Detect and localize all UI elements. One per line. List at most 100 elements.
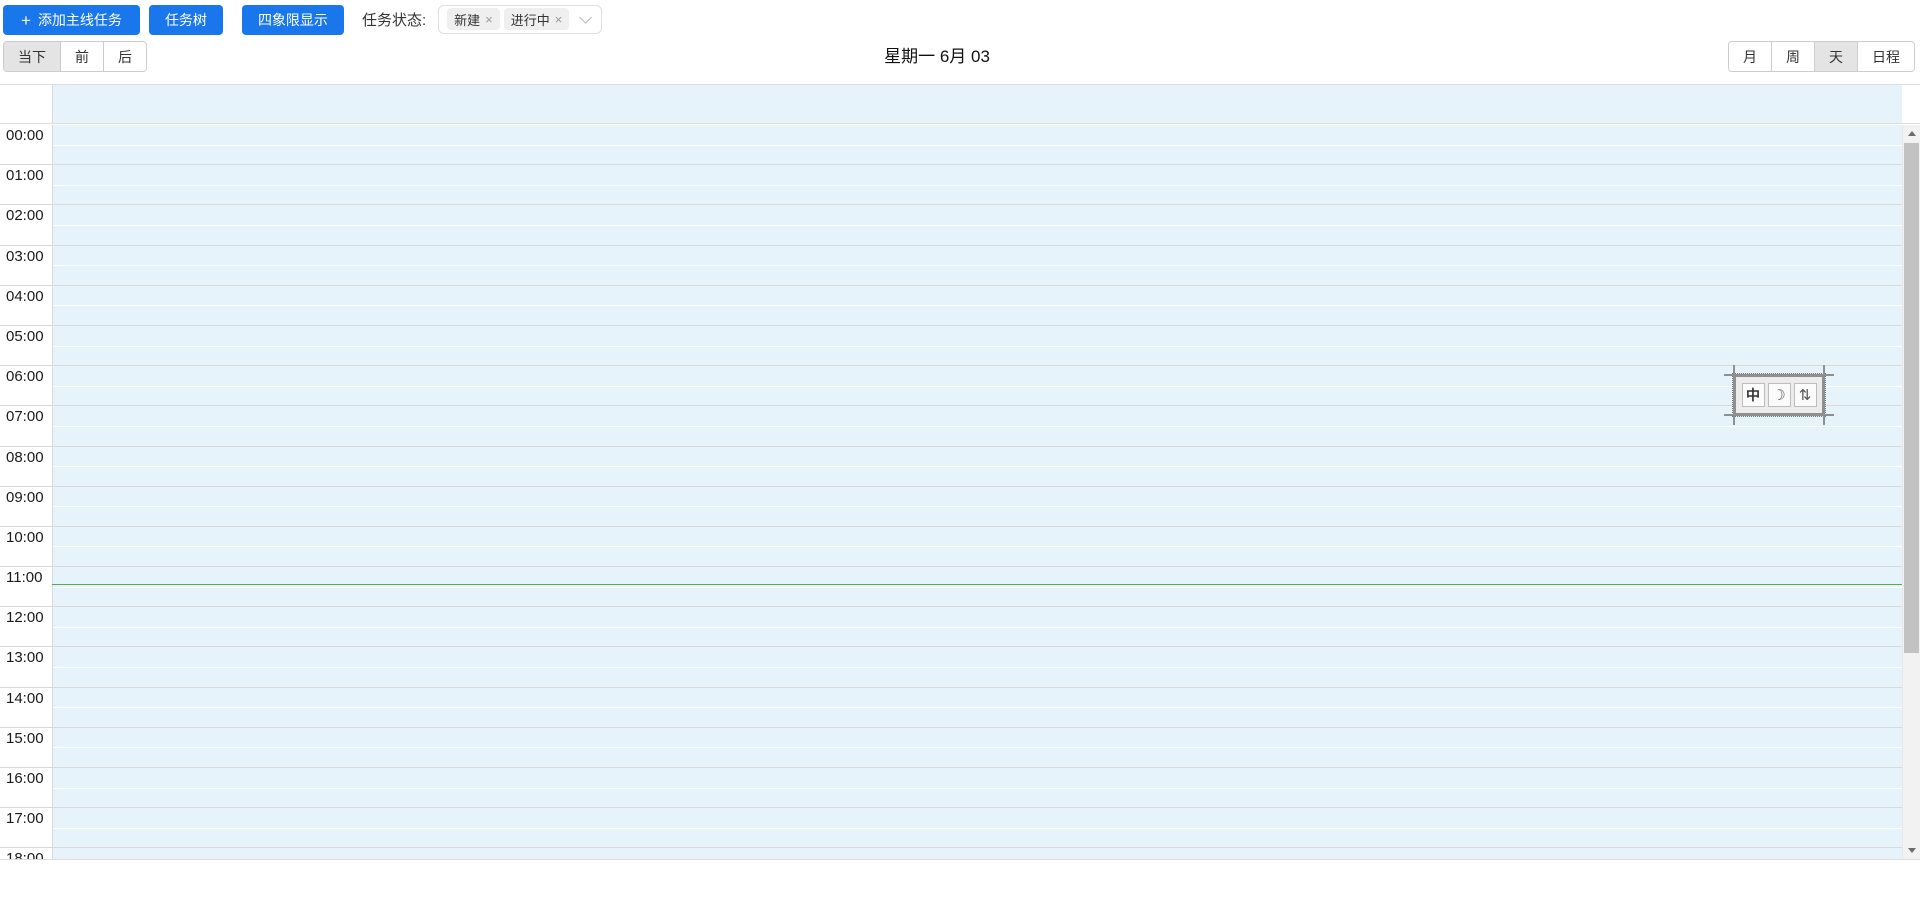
- selection-tick: [1733, 365, 1735, 383]
- time-slot[interactable]: [52, 808, 1902, 848]
- time-label: 16:00: [6, 770, 44, 787]
- hour-row: 11:00: [0, 567, 1902, 608]
- time-label: 05:00: [6, 327, 44, 345]
- status-tag-label: 新建: [454, 12, 481, 28]
- ime-language-bar[interactable]: 中 ☽ ⇅: [1724, 365, 1834, 425]
- time-label: 10:00: [6, 528, 44, 546]
- view-switcher: 月 周 天 日程: [1728, 41, 1915, 72]
- time-label: 12:00: [6, 609, 44, 627]
- scroll-down-button[interactable]: [1903, 842, 1920, 859]
- add-main-task-label: 添加主线任务: [37, 12, 122, 28]
- selection-tick: [1823, 365, 1825, 383]
- time-slot[interactable]: [52, 647, 1902, 687]
- time-slot[interactable]: [52, 406, 1902, 446]
- hour-row: 15:00: [0, 727, 1902, 768]
- all-day-row: [0, 85, 1920, 124]
- moon-icon[interactable]: ☽: [1767, 383, 1791, 407]
- time-slot[interactable]: [52, 687, 1902, 727]
- hour-row: 16:00: [0, 768, 1902, 809]
- time-label: 09:00: [6, 488, 44, 506]
- time-slot[interactable]: [52, 446, 1902, 486]
- task-status-select[interactable]: 新建 × 进行中 ×: [438, 4, 603, 34]
- selection-tick: [1823, 407, 1825, 425]
- time-label: 17:00: [6, 810, 44, 828]
- time-slot[interactable]: [52, 768, 1902, 808]
- hour-row: 04:00: [0, 285, 1902, 326]
- scroll-up-button[interactable]: [1903, 125, 1920, 142]
- time-label: 06:00: [6, 368, 44, 386]
- time-slot[interactable]: [52, 245, 1902, 285]
- page-title: 星期一 6月 03: [884, 47, 990, 66]
- time-slot[interactable]: [52, 366, 1902, 406]
- time-slot[interactable]: [52, 285, 1902, 325]
- remove-tag-icon[interactable]: ×: [555, 13, 563, 26]
- time-slot[interactable]: [52, 848, 1902, 859]
- hour-row: 01:00: [0, 165, 1902, 206]
- top-toolbar: + 添加主线任务 任务树 四象限显示 任务状态: 新建 × 进行中 ×: [0, 0, 603, 38]
- hour-row: 09:00: [0, 486, 1902, 527]
- time-label: 07:00: [6, 408, 44, 426]
- time-label: 01:00: [6, 167, 44, 185]
- time-slot[interactable]: [52, 205, 1902, 245]
- time-slot[interactable]: [52, 607, 1902, 647]
- task-tree-button[interactable]: 任务树: [148, 5, 223, 35]
- scrollbar-thumb[interactable]: [1904, 143, 1919, 653]
- time-slot[interactable]: [52, 125, 1902, 165]
- time-label: 04:00: [6, 287, 44, 305]
- time-slot[interactable]: [52, 325, 1902, 366]
- hour-row: 07:00: [0, 406, 1902, 447]
- status-tag-new: 新建 ×: [447, 8, 500, 30]
- status-tag-label: 进行中: [510, 12, 550, 28]
- time-label: 13:00: [6, 649, 44, 667]
- view-agenda-button[interactable]: 日程: [1857, 42, 1914, 71]
- view-week-button[interactable]: 周: [1771, 42, 1814, 71]
- arrow-up-icon: [1907, 131, 1916, 136]
- selection-tick: [1816, 374, 1834, 376]
- time-label: 11:00: [6, 569, 43, 587]
- time-label: 00:00: [6, 127, 44, 144]
- hour-row: 03:00: [0, 245, 1902, 286]
- app-window: + 添加主线任务 任务树 四象限显示 任务状态: 新建 × 进行中 × 当下 前…: [0, 0, 1920, 911]
- add-main-task-button[interactable]: + 添加主线任务: [3, 5, 140, 35]
- hour-row: 02:00: [0, 205, 1902, 246]
- arrow-down-icon: [1907, 848, 1916, 853]
- time-label: 15:00: [6, 729, 44, 747]
- time-slot[interactable]: [52, 567, 1902, 607]
- hour-row: 10:00: [0, 526, 1902, 568]
- time-label: 14:00: [6, 689, 44, 707]
- time-grid: 00:00 01:00 02:00 03:00 04:00 05:00 06:00 07:00…: [0, 125, 1902, 859]
- time-label: 03:00: [6, 247, 44, 265]
- time-slot[interactable]: [52, 526, 1902, 567]
- task-status-label: 任务状态:: [361, 11, 427, 29]
- remove-tag-icon[interactable]: ×: [485, 13, 493, 26]
- hour-row: 05:00: [0, 325, 1902, 367]
- hour-row: 08:00: [0, 446, 1902, 487]
- time-slot[interactable]: [52, 486, 1902, 526]
- time-slot[interactable]: [52, 165, 1902, 205]
- current-time-indicator: [52, 584, 1902, 585]
- time-label: 08:00: [6, 448, 44, 466]
- all-day-slot[interactable]: [52, 85, 1902, 123]
- punctuation-icon[interactable]: ⇅: [1793, 383, 1817, 407]
- time-slot[interactable]: [52, 727, 1902, 767]
- time-grid-scroller: 00:00 01:00 02:00 03:00 04:00 05:00 06:00 07:00…: [0, 125, 1902, 859]
- hour-row: 14:00: [0, 687, 1902, 728]
- selection-tick: [1733, 407, 1735, 425]
- day-view-calendar: 00:00 01:00 02:00 03:00 04:00 05:00 06:00 07:00…: [0, 84, 1920, 860]
- time-label: 18:00: [6, 850, 44, 859]
- ime-chinese-mode-button[interactable]: 中: [1741, 383, 1765, 407]
- hour-row: 13:00: [0, 647, 1902, 688]
- time-label: 02:00: [6, 207, 44, 225]
- hour-row: 00:00: [0, 125, 1902, 166]
- quadrant-view-button[interactable]: 四象限显示: [241, 5, 344, 35]
- chevron-down-icon[interactable]: [579, 10, 593, 24]
- status-tag-in-progress: 进行中 ×: [503, 8, 570, 30]
- calendar-header: 当下 前 后 星期一 6月 03 月 周 天 日程: [0, 40, 1920, 74]
- vertical-scrollbar[interactable]: [1902, 125, 1920, 859]
- view-day-button[interactable]: 天: [1814, 42, 1857, 71]
- hour-row: 18:00: [0, 848, 1902, 859]
- view-month-button[interactable]: 月: [1729, 42, 1771, 71]
- hour-row: 12:00: [0, 607, 1902, 648]
- hour-row: 17:00: [0, 808, 1902, 849]
- hour-row: 06:00: [0, 366, 1902, 407]
